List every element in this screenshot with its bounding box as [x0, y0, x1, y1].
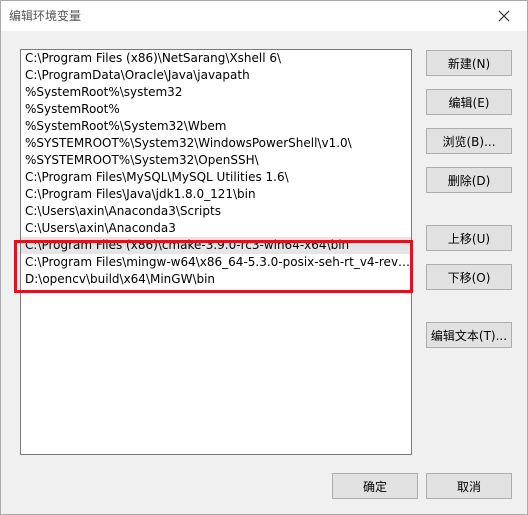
- edit-env-var-dialog: 编辑环境变量 C:\Program Files (x86)\NetSarang\…: [0, 0, 528, 515]
- path-list-item[interactable]: C:\Program Files\MySQL\MySQL Utilities 1…: [21, 169, 411, 186]
- path-list-item[interactable]: C:\Program Files\Java\jdk1.8.0_121\bin: [21, 186, 411, 203]
- path-list-item[interactable]: %SystemRoot%: [21, 101, 411, 118]
- path-list-item[interactable]: C:\ProgramData\Oracle\Java\javapath: [21, 67, 411, 84]
- path-list-item[interactable]: %SYSTEMROOT%\System32\WindowsPowerShell\…: [21, 135, 411, 152]
- ok-button[interactable]: 确定: [332, 473, 418, 499]
- path-list-item[interactable]: C:\Program Files\mingw-w64\x86_64-5.3.0-…: [21, 254, 411, 271]
- browse-button[interactable]: 浏览(B)...: [426, 128, 512, 154]
- new-button[interactable]: 新建(N): [426, 50, 512, 76]
- path-list-item[interactable]: %SystemRoot%\system32: [21, 84, 411, 101]
- edit-text-button[interactable]: 编辑文本(T)...: [426, 322, 512, 348]
- delete-button[interactable]: 删除(D): [426, 167, 512, 193]
- path-list-item[interactable]: C:\Program Files (x86)\cmake-3.9.0-rc3-w…: [21, 237, 411, 254]
- title-bar: 编辑环境变量: [1, 1, 527, 31]
- path-list-item[interactable]: C:\Program Files (x86)\NetSarang\Xshell …: [21, 50, 411, 67]
- close-button[interactable]: [481, 1, 527, 31]
- path-list-item[interactable]: %SYSTEMROOT%\System32\OpenSSH\: [21, 152, 411, 169]
- path-list-item[interactable]: C:\Users\axin\Anaconda3: [21, 220, 411, 237]
- close-icon: [498, 10, 510, 22]
- path-list-item[interactable]: D:\opencv\build\x64\MinGW\bin: [21, 271, 411, 288]
- edit-button[interactable]: 编辑(E): [426, 89, 512, 115]
- path-list-item[interactable]: %SystemRoot%\System32\Wbem: [21, 118, 411, 135]
- path-list[interactable]: C:\Program Files (x86)\NetSarang\Xshell …: [20, 49, 412, 455]
- move-up-button[interactable]: 上移(U): [426, 225, 512, 251]
- move-down-button[interactable]: 下移(O): [426, 264, 512, 290]
- path-list-item[interactable]: C:\Users\axin\Anaconda3\Scripts: [21, 203, 411, 220]
- cancel-button[interactable]: 取消: [426, 473, 512, 499]
- window-title: 编辑环境变量: [9, 9, 82, 23]
